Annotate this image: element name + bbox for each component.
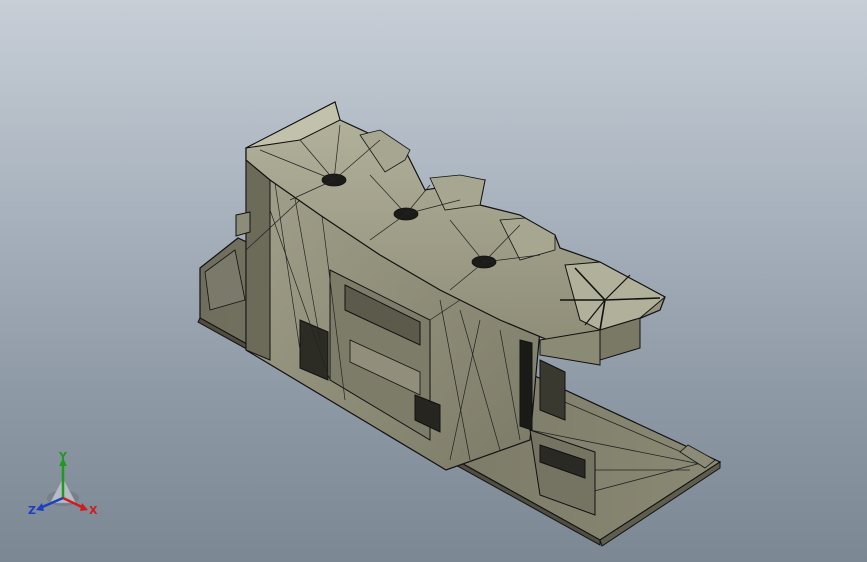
back-tab (235, 211, 251, 237)
axis-y-label: Y (59, 450, 67, 463)
axis-z-label: Z (28, 504, 36, 517)
3d-model-view[interactable] (0, 0, 867, 562)
axis-x-label: X (89, 504, 98, 517)
graphics-viewport[interactable]: Y X Z (0, 0, 867, 562)
